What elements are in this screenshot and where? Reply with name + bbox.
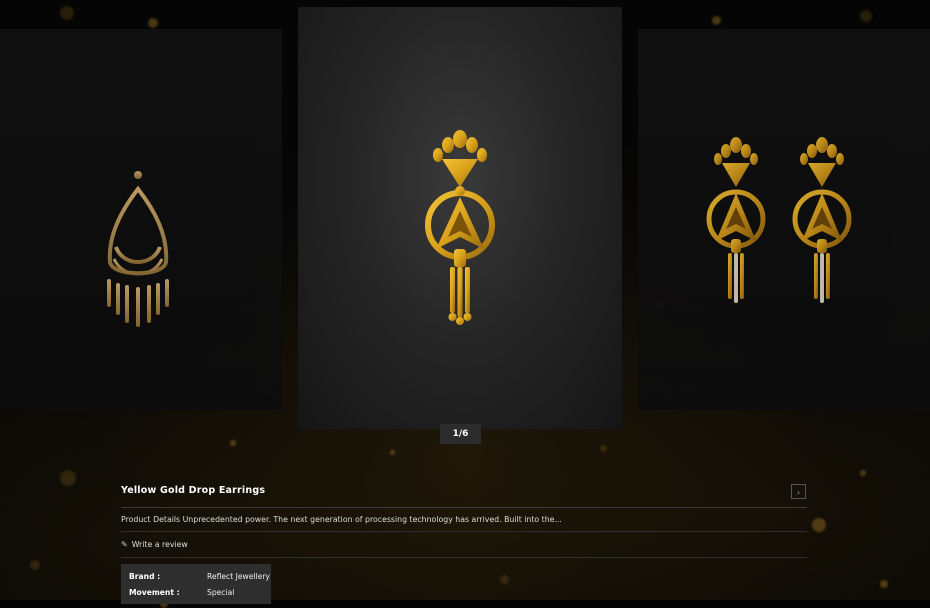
product-title-row: Yellow Gold Drop Earrings › <box>121 480 807 508</box>
gallery-counter: 1/6 <box>440 424 481 444</box>
spec-row-movement: Movement : Special <box>121 584 271 600</box>
write-review-link[interactable]: Write a review <box>132 540 188 549</box>
write-review-row[interactable]: ✎ Write a review <box>121 532 807 558</box>
yellow-gold-drop-pendant-image <box>425 130 495 325</box>
gallery-slide-next[interactable] <box>638 29 930 410</box>
yellow-gold-drop-earrings-pair-image <box>704 133 864 323</box>
spec-label: Brand : <box>129 571 161 581</box>
spec-value: Reflect Jewellery <box>207 571 270 581</box>
chevron-right-icon: › <box>796 488 801 497</box>
product-title: Yellow Gold Drop Earrings <box>121 485 266 496</box>
spec-value: Special <box>207 587 235 597</box>
next-product-button[interactable]: › <box>791 484 806 499</box>
gallery-slide-prev[interactable] <box>0 29 282 410</box>
product-description-row: Product Details Unprecedented power. The… <box>121 508 807 532</box>
chandbali-earring-image <box>107 171 169 327</box>
spec-row-brand: Brand : Reflect Jewellery <box>121 568 271 584</box>
gallery-slide-active[interactable] <box>298 7 622 429</box>
spec-label: Movement : <box>129 587 180 597</box>
pencil-icon: ✎ <box>121 540 128 549</box>
product-description: Product Details Unprecedented power. The… <box>121 515 562 524</box>
product-specs-table: Brand : Reflect Jewellery Movement : Spe… <box>121 564 271 604</box>
product-info: Yellow Gold Drop Earrings › Product Deta… <box>121 480 807 604</box>
